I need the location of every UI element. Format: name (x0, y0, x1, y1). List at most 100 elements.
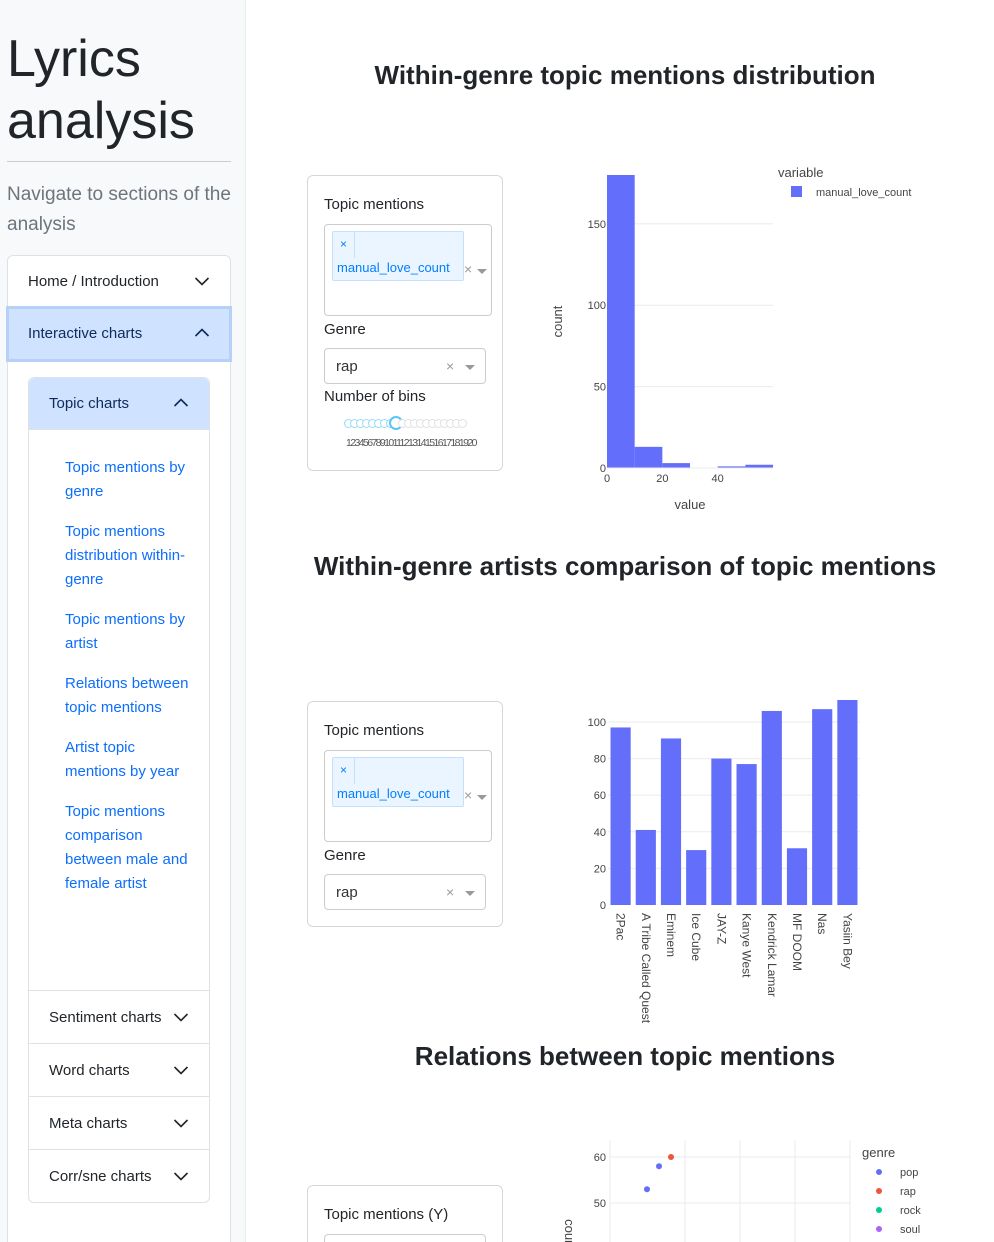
legend-title: genre (862, 1145, 895, 1160)
legend-title: variable (778, 165, 824, 180)
x-axis-title: value (674, 497, 705, 512)
distribution-controls-card: Topic mentions × manual_love_count × Gen… (307, 175, 503, 471)
artist-bar (837, 700, 858, 905)
topic-mentions-dropdown[interactable]: × manual_love_count × (324, 224, 492, 316)
link-topic-mentions-distribution[interactable]: Topic mentions distribution within-genre (65, 520, 195, 592)
legend-label: manual_love_count (816, 187, 911, 199)
scatter-point (668, 1154, 674, 1160)
artist-bar (660, 738, 682, 905)
x-tick-label: Yasiin Bey (840, 913, 854, 969)
link-artist-topic-by-year[interactable]: Artist topic mentions by year (65, 736, 195, 784)
bins-slider[interactable] (344, 416, 467, 430)
x-tick-label: Ice Cube (689, 913, 703, 961)
topic-links: Topic mentions by genre Topic mentions d… (65, 456, 195, 912)
caret-down-icon[interactable] (477, 795, 487, 800)
histogram-bar (607, 175, 635, 468)
link-topic-male-female[interactable]: Topic mentions comparison between male a… (65, 800, 195, 896)
genre-select-value: rap (336, 358, 358, 375)
tag-remove-icon[interactable]: × (333, 232, 355, 258)
chevron-down-icon (173, 1013, 189, 1022)
scatter-point (644, 1186, 650, 1193)
artists-bar-chart: 0 20 40 60 80 100 2Pac A Tribe Called Quest Emin… (588, 700, 860, 1024)
caret-down-icon[interactable] (465, 365, 475, 370)
y-tick-label: 150 (588, 219, 606, 231)
accordion-home-label: Home / Introduction (28, 273, 159, 290)
accordion-corr-sne-charts[interactable]: Corr/sne charts (29, 1149, 209, 1202)
genre-select[interactable]: rap × (324, 874, 486, 910)
x-tick-label: 20 (656, 473, 668, 485)
bins-label: Number of bins (324, 388, 426, 405)
y-tick-label: 60 (594, 790, 606, 802)
bins-slider-marks: 1234567891011121314151617181920 (346, 437, 477, 449)
caret-down-icon[interactable] (477, 269, 487, 274)
histogram-bar (662, 463, 690, 468)
genre-label: Genre (324, 321, 366, 338)
legend-marker (876, 1169, 882, 1175)
x-tick-label: Nas (815, 913, 829, 934)
accordion-word-charts[interactable]: Word charts (29, 1043, 209, 1096)
artist-bar (786, 848, 808, 905)
legend-label: rock (900, 1205, 921, 1217)
section-title-distribution: Within-genre topic mentions distribution (374, 60, 876, 90)
genre-select[interactable]: rap × (324, 348, 486, 384)
clear-icon[interactable]: × (446, 358, 454, 374)
slider-step-dot (458, 419, 467, 428)
legend-label: pop (900, 1167, 918, 1179)
topic-mentions-y-select[interactable] (324, 1234, 486, 1242)
clear-icon[interactable]: × (446, 884, 454, 900)
chevron-down-icon (173, 1066, 189, 1075)
genre-select-value: rap (336, 884, 358, 901)
x-tick-label: Kendrick Lamar (765, 913, 779, 997)
scatter-point (656, 1163, 662, 1170)
topic-tag-label: manual_love_count (337, 786, 450, 801)
y-tick-label: 0 (600, 900, 606, 912)
clear-icon[interactable]: × (464, 787, 472, 803)
chevron-down-icon (194, 277, 210, 286)
relations-scatter-chart: 50 60 count genre pop rap rock soul (562, 1140, 921, 1242)
y-tick-label: 60 (594, 1152, 606, 1164)
histogram-chart: 0501001500 20 40valuecountvariablemanual_l… (550, 165, 911, 512)
x-tick-label: 40 (712, 473, 724, 485)
accordion-topic-charts[interactable]: Topic charts (29, 378, 209, 430)
artist-bar (711, 758, 732, 905)
title-divider (7, 161, 231, 162)
accordion-sentiment-charts-label: Sentiment charts (49, 1008, 162, 1026)
topic-charts-accordion: Topic charts Topic mentions by genre Top… (28, 377, 210, 1203)
histogram-bar (634, 446, 663, 468)
x-tick-label: Eminem (664, 913, 678, 957)
section-title-relations: Relations between topic mentions (414, 1041, 836, 1071)
topic-mentions-label: Topic mentions (324, 722, 425, 739)
y-axis-title: count (562, 1219, 577, 1242)
topic-tag: × manual_love_count (332, 757, 464, 807)
accordion-interactive-charts-label: Interactive charts (28, 325, 143, 342)
clear-icon[interactable]: × (464, 261, 472, 277)
accordion-interactive-charts[interactable]: Interactive charts (6, 306, 232, 362)
artist-bar (610, 727, 631, 905)
app-title: Lyrics analysis (7, 28, 195, 152)
x-tick-label: 2Pac (614, 913, 628, 940)
nav-accordion: Home / Introduction Interactive charts T… (6, 255, 232, 1242)
chevron-down-icon (173, 1172, 189, 1181)
accordion-sentiment-charts[interactable]: Sentiment charts (29, 990, 209, 1043)
tag-remove-icon[interactable]: × (333, 758, 355, 784)
accordion-meta-charts-label: Meta charts (49, 1114, 128, 1132)
chevron-up-icon (194, 328, 210, 337)
link-topic-mentions-by-genre[interactable]: Topic mentions by genre (65, 456, 195, 504)
chevron-up-icon (173, 398, 189, 407)
app-title-line-1: Lyrics (7, 30, 141, 88)
caret-down-icon[interactable] (465, 891, 475, 896)
link-relations-between-topics[interactable]: Relations between topic mentions (65, 672, 195, 720)
artist-bar (761, 710, 782, 905)
y-tick-label: 40 (594, 827, 606, 839)
legend-label: rap (900, 1186, 916, 1198)
link-topic-mentions-by-artist[interactable]: Topic mentions by artist (65, 608, 195, 656)
nav-description: Navigate to sections of the analysis (7, 184, 231, 235)
legend-label: soul (900, 1224, 920, 1236)
app-title-line-2: analysis (7, 92, 195, 150)
topic-mentions-label: Topic mentions (324, 196, 425, 213)
accordion-meta-charts[interactable]: Meta charts (29, 1096, 209, 1149)
accordion-home[interactable]: Home / Introduction (8, 256, 230, 308)
topic-mentions-dropdown[interactable]: × manual_love_count × (324, 750, 492, 842)
y-tick-label: 50 (594, 1198, 606, 1210)
y-tick-label: 100 (588, 300, 606, 312)
